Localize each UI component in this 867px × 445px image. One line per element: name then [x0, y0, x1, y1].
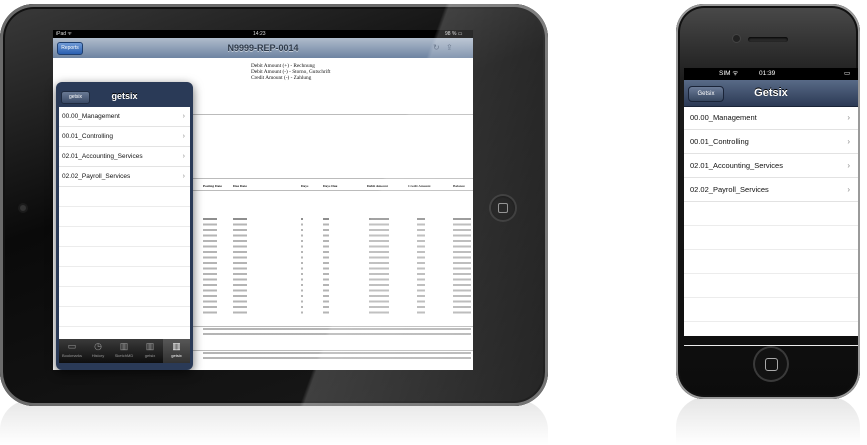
iphone-time: 01:39	[759, 70, 776, 77]
clock-icon: ◷	[94, 341, 102, 351]
empty-row	[684, 298, 858, 322]
building-icon: ▥	[119, 341, 129, 351]
empty-row	[684, 274, 858, 298]
ipad-camera-icon	[20, 205, 26, 211]
iphone-speaker	[748, 37, 788, 42]
report-row-block	[203, 328, 471, 336]
popover-back-button[interactable]: getsix	[61, 91, 90, 104]
refresh-icon[interactable]: ↻	[433, 43, 440, 52]
empty-row	[59, 247, 190, 267]
tab-sketchmd[interactable]: ▥ SketchMD	[111, 339, 137, 363]
tab-getsix-selected[interactable]: ▥ getsix	[163, 339, 190, 363]
divider	[193, 326, 473, 327]
iphone-status-bar: SIM ᯤ 01:39 ▭	[684, 68, 858, 80]
list-item[interactable]: 02.01_Accounting_Services ›	[59, 147, 190, 167]
chevron-right-icon: ›	[847, 137, 850, 146]
list-item[interactable]: 00.00_Management ›	[59, 107, 190, 127]
list-item-label: 02.02_Payroll_Services	[62, 173, 131, 180]
empty-row	[59, 267, 190, 287]
divider	[193, 350, 473, 351]
book-icon: ▭	[67, 341, 77, 351]
column-header: Balance	[453, 184, 465, 188]
chevron-right-icon: ›	[182, 173, 185, 180]
ipad-status-bar: iPad ᯤ 14:23 98 % ▭	[53, 30, 473, 38]
divider	[193, 178, 473, 179]
building-icon: ▥	[145, 341, 155, 351]
column-header: Debit Amount	[367, 184, 389, 188]
empty-row	[59, 207, 190, 227]
home-square-icon	[498, 203, 508, 213]
column-header: Days Due	[323, 184, 338, 188]
column-header: Credit Amount	[408, 184, 431, 188]
iphone-battery: ▭	[844, 70, 851, 77]
list-item-label: 00.01_Controlling	[690, 137, 749, 146]
empty-row	[59, 307, 190, 327]
report-title: N9999-REP-0014	[227, 43, 299, 53]
report-row-block	[203, 352, 471, 362]
tab-bookmarks[interactable]: ▭ Bookmarks	[59, 339, 85, 363]
list-item[interactable]: 02.01_Accounting_Services ›	[684, 154, 858, 178]
ipad-time: 14:23	[253, 31, 266, 37]
list-item-label: 02.01_Accounting_Services	[690, 161, 783, 170]
ipad-reflection	[0, 400, 548, 445]
chevron-right-icon: ›	[182, 133, 185, 140]
share-icon[interactable]: ⇪	[446, 43, 453, 52]
list-item[interactable]: 00.01_Controlling ›	[684, 130, 858, 154]
empty-row	[59, 227, 190, 247]
list-item-label: 00.00_Management	[62, 113, 120, 120]
report-header: Debit Amount (+) - Rechnung Debit Amount…	[251, 63, 330, 81]
list-item[interactable]: 00.00_Management ›	[684, 106, 858, 130]
tab-getsix[interactable]: ▥ getsix	[137, 339, 163, 363]
list-item-label: 02.01_Accounting_Services	[62, 153, 143, 160]
tab-history[interactable]: ◷ History	[85, 339, 111, 363]
reports-button[interactable]: Reports	[57, 42, 83, 55]
iphone-carrier: SIM ᯤ	[719, 70, 739, 77]
divider	[193, 114, 473, 115]
chevron-right-icon: ›	[847, 185, 850, 194]
tab-label: getsix	[144, 353, 156, 358]
list-item-label: 00.00_Management	[690, 113, 757, 122]
column-header: Days	[301, 184, 309, 188]
header-line: Credit Amount (-) - Zahlung	[251, 75, 312, 81]
list-item[interactable]: 02.02_Payroll_Services ›	[59, 167, 190, 187]
tab-label: History	[91, 353, 105, 358]
column-header: Due Date	[233, 184, 247, 188]
list-item[interactable]: 02.02_Payroll_Services ›	[684, 178, 858, 202]
empty-row	[684, 202, 858, 226]
empty-row	[59, 187, 190, 207]
tab-bar: ▭ Bookmarks ◷ History ▥ SketchMD ▥ getsix ▥ g…	[59, 339, 190, 363]
chevron-right-icon: ›	[182, 113, 185, 120]
chevron-right-icon: ›	[847, 113, 850, 122]
list-item[interactable]: 00.01_Controlling ›	[59, 127, 190, 147]
chevron-right-icon: ›	[847, 161, 850, 170]
popover-list: 00.00_Management › 00.01_Controlling › 02.…	[59, 107, 190, 347]
empty-row	[684, 226, 858, 250]
list-item-label: 00.01_Controlling	[62, 133, 113, 140]
report-row-block	[203, 218, 471, 316]
toolbar-actions: ↻ ⇪	[433, 43, 453, 52]
empty-row	[59, 287, 190, 307]
tab-label: getsix	[171, 353, 182, 358]
home-square-icon	[765, 358, 778, 371]
empty-row	[684, 322, 858, 346]
building-icon: ▥	[172, 341, 181, 351]
tab-label: Bookmarks	[61, 353, 82, 358]
chevron-right-icon: ›	[182, 153, 185, 160]
iphone-list: 00.00_Management › 00.01_Controlling › 02.…	[684, 106, 858, 346]
iphone-back-button[interactable]: Getsix	[688, 86, 724, 102]
iphone-camera-icon	[733, 35, 740, 42]
empty-row	[684, 250, 858, 274]
tab-label: SketchMD	[114, 353, 134, 358]
column-header: Posting Date	[203, 184, 222, 188]
iphone-reflection	[676, 397, 860, 445]
ipad-carrier: iPad ᯤ	[56, 31, 72, 37]
divider	[193, 190, 473, 191]
list-item-label: 02.02_Payroll_Services	[690, 185, 769, 194]
ipad-battery: 98 % ▭	[445, 31, 463, 37]
